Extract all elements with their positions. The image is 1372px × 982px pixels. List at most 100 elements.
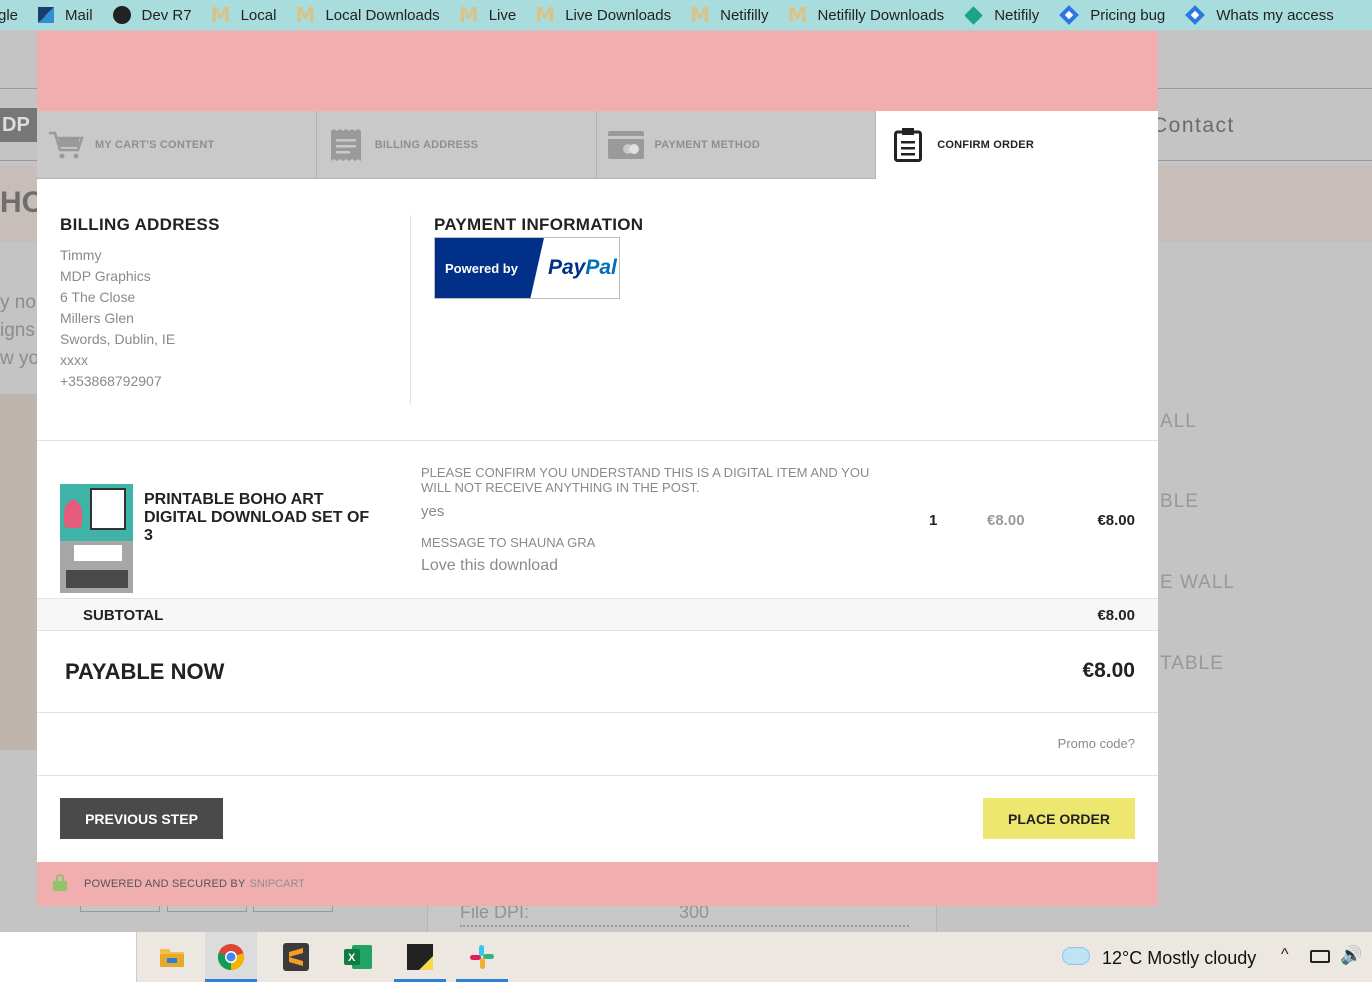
background-image xyxy=(0,394,37,750)
step-label: BILLING ADDRESS xyxy=(374,138,479,151)
billing-address-lines: Timmy MDP Graphics 6 The Close Millers G… xyxy=(60,245,410,392)
globe-icon xyxy=(112,6,131,24)
step-confirm-order[interactable]: CONFIRM ORDER xyxy=(876,111,1158,179)
address-street: 6 The Close xyxy=(60,289,136,305)
teal-diamond-icon xyxy=(964,5,983,25)
svg-text:X: X xyxy=(348,952,356,964)
bookmark-live-downloads[interactable]: M Live Downloads xyxy=(535,3,672,27)
category-link: E WALL xyxy=(1160,572,1235,593)
taskbar-search[interactable] xyxy=(0,932,137,982)
previous-step-button[interactable]: PREVIOUS STEP xyxy=(60,798,223,839)
battery-icon[interactable] xyxy=(1310,950,1330,963)
step-label: PAYMENT METHOD xyxy=(654,138,760,151)
side-text: igns xyxy=(0,320,35,341)
address-city: Swords, Dublin, IE xyxy=(60,331,176,347)
m-logo-icon: M xyxy=(787,3,808,27)
order-info-section: BILLING ADDRESS Timmy MDP Graphics 6 The… xyxy=(37,179,1158,441)
bookmark-mail[interactable]: Mail xyxy=(38,7,93,24)
product-name: PRINTABLE BOHO ART DIGITAL DOWNLOAD SET … xyxy=(144,491,370,544)
excel-icon[interactable]: X xyxy=(332,932,384,982)
promo-row: Promo code? xyxy=(37,713,1158,776)
sticky-notes-icon[interactable] xyxy=(394,932,446,982)
m-logo-icon: M xyxy=(210,3,231,27)
bookmark-label: Dev R7 xyxy=(141,6,192,24)
bookmark-local-downloads[interactable]: M Local Downloads xyxy=(295,3,439,27)
nav-contact-link[interactable]: Contact xyxy=(1152,114,1235,138)
bookmark-pricing-bug[interactable]: Pricing bug xyxy=(1059,5,1165,25)
category-link: BLE xyxy=(1160,491,1199,512)
credit-card-icon xyxy=(607,127,644,163)
cart-item-row: PRINTABLE BOHO ART DIGITAL DOWNLOAD SET … xyxy=(37,441,1158,598)
billing-address-block: BILLING ADDRESS Timmy MDP Graphics 6 The… xyxy=(37,215,411,405)
bookmark-netifilly[interactable]: M Netifilly xyxy=(690,3,769,27)
payment-info-title: PAYMENT INFORMATION xyxy=(434,215,644,234)
category-link: TABLE xyxy=(1160,653,1224,674)
step-label: MY CART'S CONTENT xyxy=(95,138,215,151)
bookmark-label: Live xyxy=(488,6,517,24)
bookmark-dev-r7[interactable]: Dev R7 xyxy=(112,6,192,24)
file-explorer-icon[interactable] xyxy=(146,932,198,982)
address-name: Timmy xyxy=(60,247,102,263)
bookmark-live[interactable]: M Live xyxy=(458,3,517,27)
m-logo-icon: M xyxy=(690,3,711,27)
category-link: ALL xyxy=(1160,411,1197,432)
paypal-logo-pay: Pay xyxy=(548,256,586,279)
footer-text: POWERED AND SECURED BY xyxy=(84,878,246,890)
step-billing-address[interactable]: BILLING ADDRESS xyxy=(316,111,597,179)
step-cart-content[interactable]: MY CART'S CONTENT xyxy=(37,111,317,179)
m-logo-icon: M xyxy=(295,3,316,27)
m-logo-icon: M xyxy=(458,3,479,27)
custom-field-answer: yes xyxy=(421,503,445,520)
bookmark-label: Netifilly xyxy=(720,6,769,24)
cloud-icon xyxy=(1062,947,1090,965)
chevron-up-icon[interactable]: ^ xyxy=(1281,946,1289,964)
subtotal-value: €8.00 xyxy=(1097,607,1135,624)
bookmark-netifily[interactable]: Netifily xyxy=(964,5,1039,25)
promo-code-link[interactable]: Promo code? xyxy=(1058,736,1135,751)
bookmark-label: Live Downloads xyxy=(565,6,672,24)
receipt-icon xyxy=(328,127,364,163)
sublime-text-icon[interactable] xyxy=(270,932,322,982)
lock-icon xyxy=(53,874,67,891)
bookmark-label: gle xyxy=(0,6,19,24)
divider xyxy=(460,925,909,927)
payable-now-label: PAYABLE NOW xyxy=(65,659,225,684)
blue-diamond-icon xyxy=(1185,5,1206,25)
bookmark-label: Netifilly Downloads xyxy=(817,6,945,24)
checkout-modal: MY CART'S CONTENT BILLING ADDRESS PAYMEN… xyxy=(37,31,1158,906)
custom-field-question: PLEASE CONFIRM YOU UNDERSTAND THIS IS A … xyxy=(421,465,870,495)
step-payment-method[interactable]: PAYMENT METHOD xyxy=(596,111,877,179)
modal-footer: POWERED AND SECURED BY SNIPCART xyxy=(37,862,1158,906)
item-quantity: 1 xyxy=(929,512,938,529)
chrome-icon[interactable] xyxy=(205,932,257,982)
snipcart-link[interactable]: SNIPCART xyxy=(249,878,304,890)
site-logo: DP xyxy=(0,108,38,142)
slack-icon[interactable] xyxy=(456,932,508,982)
bookmark-local[interactable]: M Local xyxy=(210,3,277,27)
bookmark-label: Mail xyxy=(65,6,93,24)
bookmarks-bar: gle Mail Dev R7 M Local M Local Downloads … xyxy=(0,0,1372,30)
modal-header xyxy=(37,31,1158,111)
paypal-badge: Powered by Pay Pal xyxy=(434,237,620,299)
bookmark-google[interactable]: gle xyxy=(0,7,18,24)
address-phone: +353868792907 xyxy=(60,373,162,389)
payment-info-block: PAYMENT INFORMATION Powered by Pay Pal xyxy=(411,215,643,440)
custom-field-answer: Love this download xyxy=(421,557,558,574)
billing-address-title: BILLING ADDRESS xyxy=(60,215,220,234)
place-order-button[interactable]: PLACE ORDER xyxy=(983,798,1135,839)
cart-icon xyxy=(48,127,84,163)
bookmark-netifilly-downloads[interactable]: M Netifilly Downloads xyxy=(787,3,945,27)
item-total-price: €8.00 xyxy=(1097,512,1135,529)
bookmark-whats-my-access[interactable]: Whats my access xyxy=(1185,5,1334,25)
speaker-icon[interactable]: 🔊 xyxy=(1340,945,1362,966)
clipboard-icon xyxy=(890,127,926,163)
product-thumbnail xyxy=(60,484,133,593)
side-text: y no xyxy=(0,292,36,313)
weather-status[interactable]: 12°C Mostly cloudy xyxy=(1102,948,1256,969)
checkout-steps: MY CART'S CONTENT BILLING ADDRESS PAYMEN… xyxy=(37,111,1158,179)
paypal-badge-prefix: Powered by xyxy=(435,238,544,298)
bookmark-label: Local xyxy=(240,6,277,24)
side-text: w yo xyxy=(0,348,40,369)
payable-now-value: €8.00 xyxy=(1082,659,1135,682)
subtotal-label: SUBTOTAL xyxy=(83,607,164,624)
